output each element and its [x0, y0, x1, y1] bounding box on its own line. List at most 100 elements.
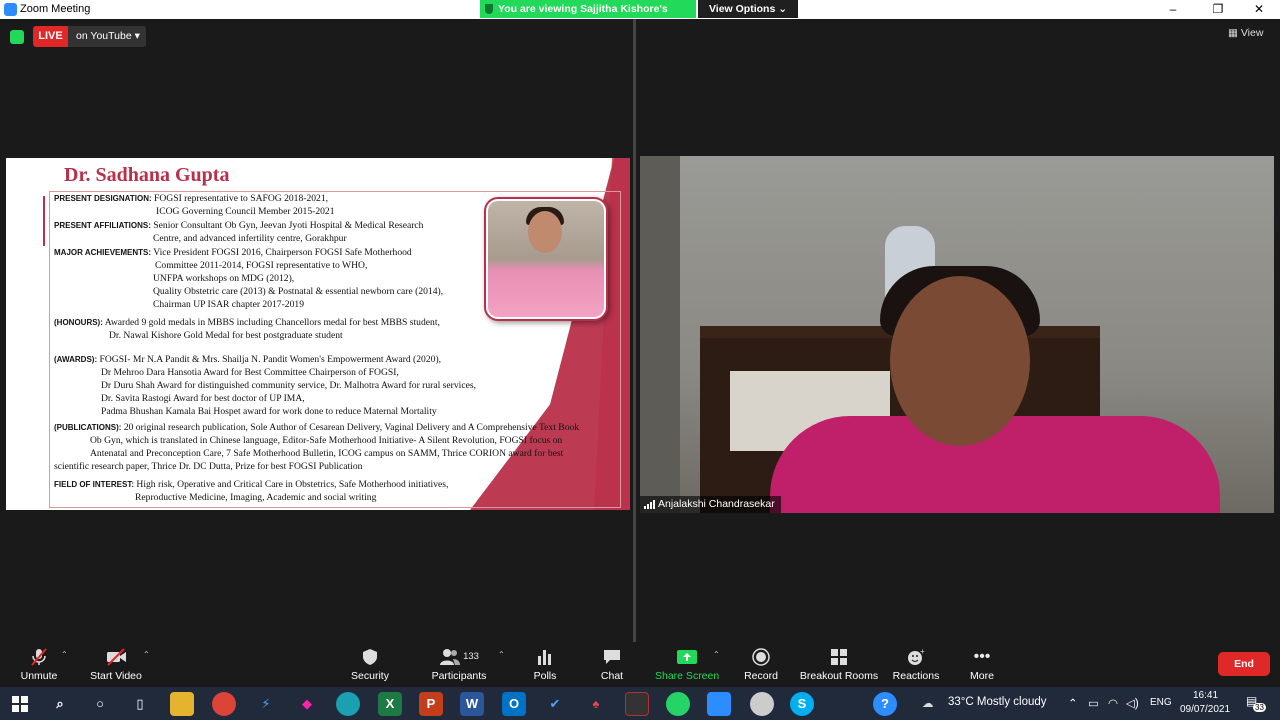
- word-icon[interactable]: W: [460, 692, 484, 716]
- reactions-button[interactable]: + Reactions: [890, 642, 942, 687]
- breakout-rooms-button[interactable]: Breakout Rooms: [798, 642, 880, 687]
- reactions-label: Reactions: [892, 670, 940, 682]
- outlook-icon[interactable]: O: [502, 692, 526, 716]
- participants-options-caret[interactable]: ⌃: [498, 650, 505, 659]
- slide-line-label: (HONOURS):: [54, 318, 103, 327]
- zoom-app-icon: [4, 3, 17, 16]
- slide-line-text: High risk, Operative and Critical Care i…: [136, 479, 449, 490]
- slide-title: Dr. Sadhana Gupta: [64, 164, 230, 186]
- microphone-muted-icon: [29, 648, 49, 666]
- encryption-shield-icon[interactable]: [10, 30, 24, 44]
- participant-name: Anjalakshi Chandrasekar: [658, 498, 775, 510]
- media-app-icon[interactable]: [625, 692, 649, 716]
- security-button[interactable]: Security: [345, 642, 395, 687]
- minimize-button[interactable]: –: [1158, 1, 1188, 18]
- slide-line: FIELD OF INTEREST: High risk, Operative …: [54, 479, 448, 490]
- participant-video[interactable]: [640, 156, 1274, 513]
- slide-line-label: PRESENT DESIGNATION:: [54, 194, 152, 203]
- chrome-icon[interactable]: [212, 692, 236, 716]
- cortana-icon[interactable]: ○: [88, 692, 112, 716]
- slide-line: Dr. Nawal Kishore Gold Medal for best po…: [109, 330, 343, 341]
- view-button[interactable]: ▦ View: [1228, 27, 1263, 39]
- clock-date[interactable]: 09/07/2021: [1180, 704, 1230, 715]
- tray-chevron-icon[interactable]: ⌃: [1068, 696, 1078, 710]
- slide-line: PRESENT DESIGNATION: FOGSI representativ…: [54, 193, 328, 204]
- whatsapp-icon[interactable]: [666, 692, 690, 716]
- live-badge[interactable]: LIVE: [33, 26, 68, 47]
- more-button[interactable]: ••• More: [962, 642, 1002, 687]
- unmute-button[interactable]: Unmute: [14, 642, 64, 687]
- split-view-divider[interactable]: [633, 19, 636, 642]
- share-screen-button[interactable]: Share Screen: [655, 642, 719, 687]
- slide-line: PRESENT AFFILIATIONS: Senior Consultant …: [54, 220, 423, 231]
- paint-icon[interactable]: ◆: [295, 692, 319, 716]
- slide-line-text: Ob Gyn, which is translated in Chinese l…: [90, 435, 563, 446]
- slide-line-text: Vice President FOGSI 2016, Chairperson F…: [153, 247, 412, 258]
- slide-line: Reproductive Medicine, Imaging, Academic…: [135, 492, 376, 503]
- slide-line: (HONOURS): Awarded 9 gold medals in MBBS…: [54, 317, 440, 328]
- meeting-toolbar: Unmute ⌃ Start Video ⌃ Security 133 Part…: [0, 642, 1280, 687]
- slide-line-text: FOGSI- Mr N.A Pandit & Mrs. Shailja N. P…: [99, 354, 442, 365]
- search-icon[interactable]: ⌕: [48, 692, 72, 716]
- notification-count: 33: [1253, 703, 1266, 712]
- participants-icon: 133: [436, 648, 482, 666]
- video-options-caret[interactable]: ⌃: [143, 650, 150, 659]
- zoom-taskbar-icon[interactable]: [707, 692, 731, 716]
- slide-line-text: Reproductive Medicine, Imaging, Academic…: [135, 492, 377, 503]
- edge-icon[interactable]: [336, 692, 360, 716]
- slide-line-text: Senior Consultant Ob Gyn, Jeevan Jyoti H…: [153, 220, 424, 231]
- end-meeting-button[interactable]: End: [1218, 652, 1270, 676]
- tray-wifi-icon[interactable]: ◠: [1108, 696, 1118, 710]
- chat-bubble-icon: [602, 648, 622, 666]
- tray-volume-icon[interactable]: ◁): [1126, 696, 1139, 710]
- windows-taskbar: ⌕ ○ ▯ ⚡ ◆ X P W O ✔ ♠ S ? ☁ 33°C Mostly …: [0, 687, 1280, 720]
- tray-network-icon[interactable]: ▭: [1088, 696, 1099, 710]
- weather-cloud-icon: ☁: [922, 698, 934, 710]
- clock-time[interactable]: 16:41: [1193, 690, 1218, 701]
- maximize-button[interactable]: ❐: [1203, 1, 1233, 18]
- task-view-icon[interactable]: ▯: [128, 692, 152, 716]
- slide-line: ICOG Governing Council Member 2015-2021: [156, 206, 335, 217]
- chat-button[interactable]: Chat: [592, 642, 632, 687]
- slide-line-text: UNFPA workshops on MDG (2012),: [153, 273, 295, 284]
- excel-icon[interactable]: X: [378, 692, 402, 716]
- more-label: More: [970, 670, 994, 682]
- powerpoint-icon[interactable]: P: [419, 692, 443, 716]
- windows-start-icon[interactable]: [8, 692, 32, 716]
- reactions-smiley-icon: +: [906, 647, 926, 666]
- share-screen-label: Share Screen: [655, 670, 720, 682]
- skype-icon[interactable]: S: [790, 692, 814, 716]
- view-options-button[interactable]: View Options ⌄: [698, 0, 798, 18]
- participant-face: [890, 276, 1030, 446]
- record-button[interactable]: Record: [740, 642, 782, 687]
- live-destination-dropdown[interactable]: on YouTube ▾: [68, 26, 146, 47]
- slide-line-text: Antenatal and Preconception Care, 7 Safe…: [90, 448, 564, 459]
- window-title: Zoom Meeting: [20, 3, 91, 15]
- polls-button[interactable]: Polls: [525, 642, 565, 687]
- close-button[interactable]: ✕: [1244, 1, 1274, 18]
- app-icon[interactable]: ⚡: [254, 692, 278, 716]
- file-explorer-icon[interactable]: [170, 692, 194, 716]
- participants-label: Participants: [431, 670, 487, 682]
- share-options-caret[interactable]: ⌃: [713, 650, 720, 659]
- slide-line-text: Dr. Savita Rastogi Award for best doctor…: [101, 393, 305, 404]
- polls-label: Polls: [533, 670, 557, 682]
- participants-button[interactable]: 133 Participants: [428, 642, 490, 687]
- participants-count: 133: [463, 651, 479, 662]
- slide-line: Chairman UP ISAR chapter 2017-2019: [153, 299, 304, 310]
- video-background-door: [640, 156, 680, 513]
- weather-text[interactable]: 33°C Mostly cloudy: [948, 696, 1047, 708]
- help-icon[interactable]: ?: [873, 692, 897, 716]
- acrobat-icon[interactable]: ♠: [584, 692, 608, 716]
- slide-line-label: (PUBLICATIONS):: [54, 423, 122, 432]
- slide-line-label: PRESENT AFFILIATIONS:: [54, 221, 151, 230]
- language-indicator[interactable]: ENG: [1150, 697, 1172, 708]
- more-dots-icon: •••: [973, 648, 991, 665]
- todo-check-icon[interactable]: ✔: [543, 692, 567, 716]
- slide-line-label: MAJOR ACHIEVEMENTS:: [54, 248, 152, 257]
- app-globe-icon[interactable]: [750, 692, 774, 716]
- polls-bar-chart-icon: [535, 648, 555, 666]
- participant-name-tag: Anjalakshi Chandrasekar: [640, 496, 781, 513]
- start-video-button[interactable]: Start Video: [86, 642, 146, 687]
- audio-options-caret[interactable]: ⌃: [61, 650, 68, 659]
